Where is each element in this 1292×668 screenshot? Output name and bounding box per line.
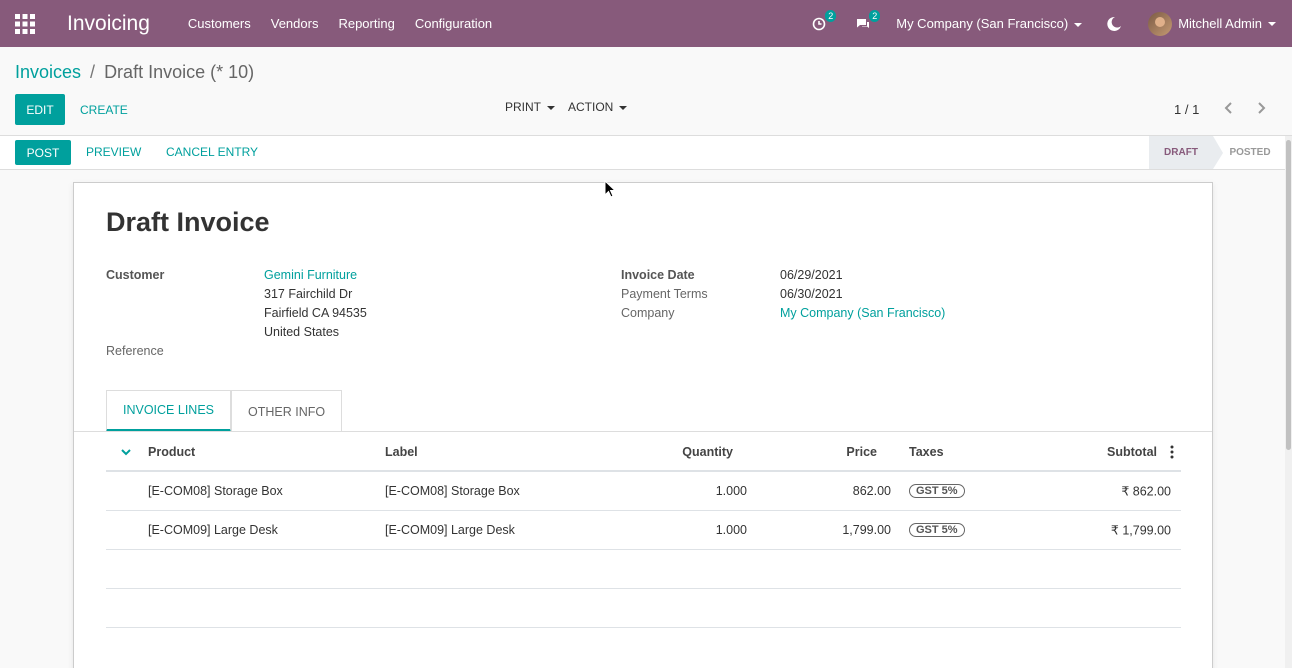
menu-vendors[interactable]: Vendors: [261, 16, 329, 31]
caret-down-icon: [1268, 21, 1276, 26]
table-header: Product Label Quantity Price Taxes Subto…: [106, 434, 1181, 472]
header-quantity[interactable]: Quantity: [682, 445, 733, 459]
form-sheet: Draft Invoice Customer Gemini Furniture …: [73, 182, 1213, 668]
table-row[interactable]: [E-COM08] Storage Box [E-COM08] Storage …: [106, 472, 1181, 511]
app-name[interactable]: Invoicing: [67, 12, 150, 36]
post-button[interactable]: POST: [15, 140, 71, 165]
invoice-date-value: 06/29/2021: [780, 268, 843, 282]
row-subtotal: ₹ 1,799.00: [1110, 523, 1171, 538]
invoice-lines-table: Product Label Quantity Price Taxes Subto…: [106, 434, 1181, 628]
company-link[interactable]: My Company (San Francisco): [780, 306, 945, 320]
empty-row[interactable]: [106, 589, 1181, 628]
address-line2: Fairfield CA 94535: [264, 306, 367, 320]
row-price: 1,799.00: [842, 523, 891, 537]
chevron-down-icon[interactable]: [120, 446, 132, 458]
address-line1: 317 Fairchild Dr: [264, 287, 353, 301]
tab-other-info[interactable]: OTHER INFO: [231, 390, 343, 432]
breadcrumb-separator: /: [90, 62, 96, 82]
form-tabs: INVOICE LINES OTHER INFO: [106, 390, 343, 432]
systray: 2 2 My Company (San Francisco) Mitchell …: [808, 0, 1292, 47]
address-country: United States: [264, 325, 340, 339]
payment-terms-value: 06/30/2021: [780, 287, 843, 301]
messages-badge: 2: [869, 9, 881, 22]
cancel-entry-button[interactable]: CANCEL ENTRY: [166, 145, 258, 159]
caret-down-icon: [1074, 22, 1083, 27]
header-subtotal[interactable]: Subtotal: [1107, 445, 1157, 459]
header-taxes[interactable]: Taxes: [909, 445, 944, 459]
cursor-icon: [604, 180, 616, 198]
table-row[interactable]: [E-COM09] Large Desk [E-COM09] Large Des…: [106, 511, 1181, 550]
avatar: [1148, 11, 1173, 36]
row-label: [E-COM09] Large Desk: [385, 523, 515, 537]
row-quantity: 1.000: [715, 484, 747, 498]
breadcrumb-current: Draft Invoice (* 10): [104, 62, 255, 82]
empty-row[interactable]: [106, 550, 1181, 589]
breadcrumb-invoices[interactable]: Invoices: [15, 62, 81, 82]
moon-icon[interactable]: [1106, 16, 1122, 32]
print-label: PRINT: [505, 100, 541, 114]
kebab-icon[interactable]: [1167, 445, 1177, 459]
stage-posted[interactable]: POSTED: [1224, 136, 1276, 169]
apps-menu-icon[interactable]: [0, 0, 50, 47]
header-product[interactable]: Product: [148, 445, 195, 459]
tax-badge: GST 5%: [909, 523, 965, 537]
breadcrumb: Invoices / Draft Invoice (* 10): [15, 62, 254, 83]
page-title: Draft Invoice: [106, 207, 270, 237]
customer-label: Customer: [106, 268, 165, 282]
activity-icon[interactable]: 2: [808, 9, 837, 35]
row-label: [E-COM08] Storage Box: [385, 484, 520, 498]
pager-value[interactable]: 1 / 1: [1174, 102, 1199, 117]
edit-button[interactable]: EDIT: [15, 94, 65, 125]
action-label: ACTION: [568, 100, 614, 114]
invoice-date-label: Invoice Date: [621, 268, 695, 282]
main-menu: Customers Vendors Reporting Configuratio…: [178, 16, 502, 31]
tax-badge: GST 5%: [909, 484, 965, 498]
header-price[interactable]: Price: [846, 445, 877, 459]
row-quantity: 1.000: [715, 523, 747, 537]
control-panel: Invoices / Draft Invoice (* 10) EDIT CREAT…: [0, 47, 1292, 136]
chat-icon[interactable]: 2: [852, 9, 881, 35]
payment-terms-label: Payment Terms: [621, 287, 708, 301]
caret-down-icon: [547, 105, 555, 110]
company-label: Company: [621, 306, 675, 320]
activity-badge: 2: [825, 9, 837, 22]
row-subtotal: ₹ 862.00: [1121, 484, 1171, 499]
create-label: CREATE: [80, 102, 128, 117]
company-name: My Company (San Francisco): [896, 16, 1069, 31]
tab-invoice-lines[interactable]: INVOICE LINES: [106, 390, 231, 432]
user-menu[interactable]: Mitchell Admin: [1148, 11, 1276, 36]
menu-reporting[interactable]: Reporting: [328, 16, 404, 31]
tab-divider: [74, 431, 1212, 432]
action-dropdown[interactable]: ACTION: [568, 100, 628, 114]
row-product: [E-COM09] Large Desk: [148, 523, 278, 537]
top-navbar: Invoicing Customers Vendors Reporting Co…: [0, 0, 1292, 47]
create-button[interactable]: CREATE: [80, 94, 128, 125]
chevron-left-icon[interactable]: [1222, 101, 1236, 115]
reference-label: Reference: [106, 344, 164, 358]
company-switcher[interactable]: My Company (San Francisco): [896, 16, 1083, 31]
menu-configuration[interactable]: Configuration: [405, 16, 502, 31]
customer-link[interactable]: Gemini Furniture: [264, 268, 357, 282]
status-bar: POST PREVIEW CANCEL ENTRY DRAFT POSTED: [0, 136, 1292, 170]
preview-button[interactable]: PREVIEW: [86, 145, 141, 159]
header-label[interactable]: Label: [385, 445, 418, 459]
scrollbar-thumb[interactable]: [1286, 140, 1291, 450]
row-product: [E-COM08] Storage Box: [148, 484, 283, 498]
chevron-right-icon[interactable]: [1254, 101, 1268, 115]
stage-draft[interactable]: DRAFT: [1149, 136, 1223, 169]
caret-down-icon: [619, 105, 628, 110]
print-dropdown[interactable]: PRINT: [505, 100, 555, 114]
menu-customers[interactable]: Customers: [178, 16, 261, 31]
row-price: 862.00: [852, 484, 891, 498]
user-name: Mitchell Admin: [1178, 16, 1262, 31]
